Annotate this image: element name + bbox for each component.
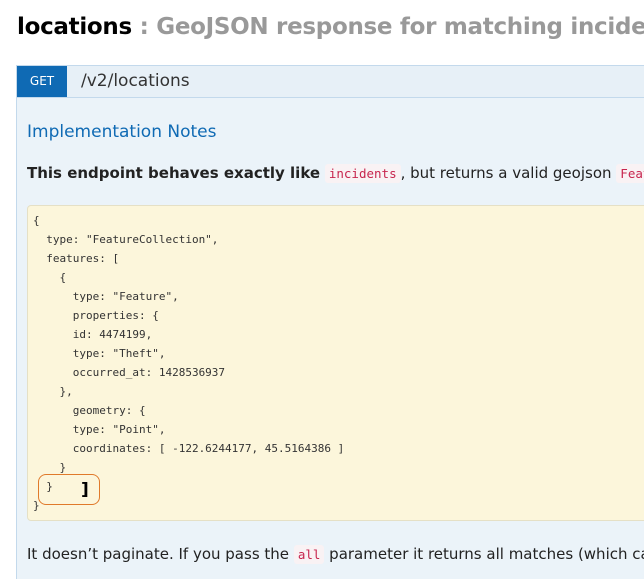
code-line: type: "Theft", — [33, 347, 166, 360]
notes-outro-paragraph: It doesn’t paginate. If you pass the all… — [27, 545, 644, 564]
code-line: coordinates: [ -122.6244177, 45.5164386 … — [33, 442, 345, 455]
annotation-bracket-text: ] — [81, 480, 89, 500]
inline-code-all: all — [293, 545, 325, 564]
outro-text-before: It doesn’t paginate. If you pass the — [27, 545, 290, 563]
endpoint-name-link[interactable]: locations — [17, 14, 132, 40]
outro-text-after: parameter it returns all matches (which … — [329, 545, 644, 563]
http-method-badge[interactable]: GET — [17, 66, 67, 97]
code-line: id: 4474199, — [33, 328, 153, 341]
operation-path-link[interactable]: /v2/locations — [81, 71, 190, 91]
endpoint-header: locations : GeoJSON response for matchin… — [17, 14, 644, 40]
header-separator: : — [139, 14, 149, 40]
code-example-block: { type: "FeatureCollection", features: [… — [27, 205, 644, 521]
code-line: features: [ — [33, 252, 120, 265]
inline-code-incidents: incidents — [324, 164, 401, 183]
code-line: type: "FeatureCollection", — [33, 233, 219, 246]
code-line: } — [33, 461, 67, 474]
operation-panel: GET /v2/locations Implementation Notes T… — [16, 65, 644, 579]
implementation-notes-title: Implementation Notes — [27, 122, 217, 142]
operation-path-text: /v2/locations — [81, 71, 190, 91]
operation-heading[interactable]: GET /v2/locations — [17, 66, 644, 98]
annotation-highlight-box — [38, 474, 100, 505]
code-line: { — [33, 271, 67, 284]
code-line: properties: { — [33, 309, 159, 322]
code-line: occurred_at: 1428536937 — [33, 366, 226, 379]
intro-rest-text: , but returns a valid geojson — [400, 164, 612, 182]
code-line: }, — [33, 385, 73, 398]
inline-code-feature: Feature — [616, 164, 644, 183]
notes-intro-paragraph: This endpoint behaves exactly like incid… — [27, 164, 644, 183]
code-line: type: "Point", — [33, 423, 166, 436]
code-line: { — [33, 214, 40, 227]
api-docs-page: locations : GeoJSON response for matchin… — [0, 0, 644, 579]
code-line: type: "Feature", — [33, 290, 179, 303]
code-line: geometry: { — [33, 404, 146, 417]
endpoint-description: GeoJSON response for matching incidents — [156, 14, 644, 40]
intro-bold-text: This endpoint behaves exactly like — [27, 164, 321, 182]
